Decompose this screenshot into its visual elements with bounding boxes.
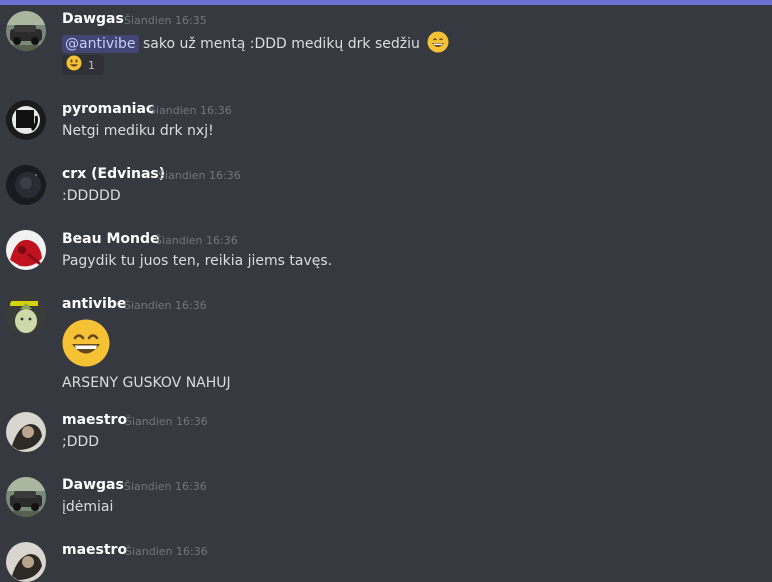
message-author[interactable]: maestro (62, 412, 127, 428)
message-timestamp: Šiandien 16:36 (125, 415, 208, 428)
message-text: Pagydik tu juos ten, reikia jiems tavęs. (62, 253, 333, 269)
smiley-face-icon (66, 55, 82, 75)
avatar[interactable] (6, 230, 46, 270)
reaction-button[interactable]: 1 (62, 55, 104, 75)
message-author[interactable]: Dawgas (62, 11, 124, 27)
avatar[interactable] (6, 11, 46, 51)
reaction-count: 1 (88, 58, 95, 72)
grinning-face-emoji-icon (62, 319, 110, 371)
message-text: :DDDDD (62, 188, 121, 204)
avatar[interactable] (6, 165, 46, 205)
message-text: Netgi mediku drk nxj! (62, 123, 214, 139)
avatar[interactable] (6, 295, 46, 335)
message-author[interactable]: maestro (62, 542, 127, 558)
avatar[interactable] (6, 412, 46, 452)
avatar[interactable] (6, 100, 46, 140)
message-timestamp: Šiandien 16:36 (158, 169, 241, 182)
message-author[interactable]: Beau Monde (62, 231, 160, 247)
message-timestamp: Šiandien 16:36 (125, 545, 208, 558)
message-author[interactable]: Dawgas (62, 477, 124, 493)
message-text: ARSENY GUSKOV NAHUJ (62, 375, 231, 391)
message-author[interactable]: crx (Edvinas) (62, 166, 165, 182)
message-text: sako už mentą :DDD medikų drk sedžiu (142, 36, 420, 52)
message-text: įdėmiai (62, 499, 114, 515)
chat-message-list[interactable]: Dawgas Šiandien 16:35 @antivibe sako už … (0, 5, 772, 582)
message-content: @antivibe sako už mentą :DDD medikų drk … (62, 31, 449, 57)
message-author[interactable]: pyromaniac (62, 101, 154, 117)
message-timestamp: Šiandien 16:36 (124, 480, 207, 493)
message-timestamp: Šiandien 16:35 (124, 14, 207, 27)
message-timestamp: Šiandien 16:36 (155, 234, 238, 247)
message-author[interactable]: antivibe (62, 296, 126, 312)
avatar[interactable] (6, 477, 46, 517)
avatar[interactable] (6, 542, 46, 582)
user-mention[interactable]: @antivibe (62, 35, 139, 53)
message-timestamp: Šiandien 16:36 (149, 104, 232, 117)
message-text: ;DDD (62, 434, 100, 450)
grinning-face-emoji-icon (427, 31, 449, 57)
message-timestamp: Šiandien 16:36 (124, 299, 207, 312)
